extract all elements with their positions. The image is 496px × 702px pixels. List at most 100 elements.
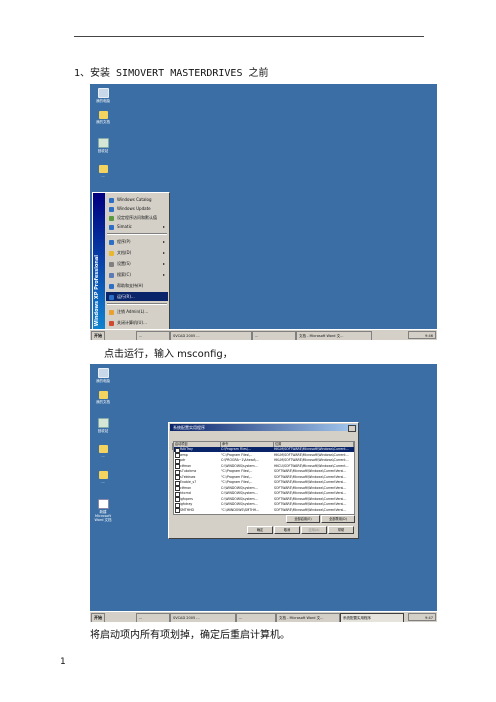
start-menu-item-logoff[interactable]: 注销 Admin(L)... — [106, 307, 168, 316]
dialog-tabs: 一般SYSTEM.INIWIN.INIBOOT.INI服务启动 — [172, 433, 277, 450]
folder-icon — [98, 445, 108, 453]
desktop-icon-recycle-bin[interactable]: 回收站 — [92, 138, 114, 153]
section-heading: 1、安装 SIMOVERT MASTERDRIVES 之前 — [74, 68, 269, 79]
table-row[interactable]: igfxtray C:\WINDOWS\system... SOFTWARE\Mic… — [174, 502, 354, 508]
programs-icon — [109, 239, 114, 245]
startup-item-name: wmp — [180, 452, 188, 457]
start-menu-item-run[interactable]: 运行(R)... — [106, 292, 168, 301]
submenu-arrow-icon: ▸ — [162, 239, 165, 244]
startup-item-location: HKLM\SOFTWARE\Microsoft\Windows\Current.… — [274, 447, 349, 451]
start-menu-item-documents[interactable]: 文档(D) ▸ — [106, 248, 168, 257]
menu-divider — [107, 233, 167, 235]
settings-icon — [109, 261, 114, 267]
desktop-icon-folder[interactable]: ... — [92, 165, 114, 178]
taskbar-button[interactable]: SVCAD 2005 ... — [170, 613, 236, 622]
taskbar-button[interactable]: ... — [252, 331, 296, 340]
recycle-bin-icon — [97, 418, 109, 428]
taskbar-button-msconfig[interactable]: 系统配置实用程序 — [340, 613, 404, 622]
start-menu-item-help[interactable]: 帮助和支持(H) — [106, 281, 168, 290]
taskbar-button[interactable]: ... — [136, 613, 170, 622]
desktop-icon-my-documents[interactable]: 我的文档 — [92, 391, 114, 404]
start-menu-item-windows-update[interactable]: Windows Update — [106, 204, 168, 213]
startup-item-location: SOFTWARE\Microsoft\Windows\CurrentVersi.… — [274, 480, 347, 484]
startup-item-command: C:\PROGRA~1\Ahead\... — [221, 458, 259, 462]
disable-all-button[interactable]: 全部禁用(D) — [321, 515, 355, 523]
startup-item-location: HKLM\SOFTWARE\Microsoft\Windows\Current.… — [274, 458, 349, 462]
startup-item-name: ctfmon — [180, 463, 192, 468]
start-menu-item-shutdown[interactable]: 关闭计算机(U)... — [106, 318, 168, 327]
table-row[interactable]: hkcmd C:\WINDOWS\system... SOFTWARE\Micros… — [174, 491, 354, 497]
table-row[interactable]: wmp "C:\Program Files\... HKLM\SOFTWARE\Mi… — [174, 453, 354, 458]
folder-icon — [98, 391, 108, 399]
cancel-button[interactable]: 取消 — [274, 526, 300, 534]
word-doc-icon — [97, 499, 109, 509]
help-button[interactable]: 帮助 — [328, 526, 354, 534]
startup-item-name: s7ebtnwx — [180, 474, 196, 479]
table-row[interactable]: igfxpers C:\WINDOWS\system... SOFTWARE\Mic… — [174, 497, 354, 502]
start-menu-item-simatic[interactable]: Simatic ▸ — [106, 222, 168, 231]
folder-icon — [98, 111, 108, 119]
startup-item-command: C:\WINDOWS\system... — [221, 496, 258, 501]
table-row[interactable]: ctfmon C:\WINDOWS\system... HKCU\SOFTWARE\… — [174, 464, 354, 469]
startup-items-list[interactable]: 启动项目 命令 位置 RAVTray C:\Program Files\... HK… — [173, 441, 355, 515]
desktop-icon-my-documents[interactable]: 我的文档 — [92, 111, 114, 124]
desktop-icon-word-document[interactable]: 新建 Microsoft Word 文档 — [92, 499, 114, 522]
dialog-title-bar[interactable]: 系统配置实用程序 — [170, 424, 357, 432]
start-menu-item-settings[interactable]: 设置(S) ▸ — [106, 259, 168, 268]
startup-item-name: hkcmd — [180, 491, 191, 495]
apply-button[interactable]: 应用(A) — [301, 526, 327, 534]
desktop-icon-folder[interactable]: ... — [92, 445, 114, 458]
taskbar-button[interactable]: 文档 - Microsoft Word 文... — [296, 331, 372, 340]
start-menu-item-search[interactable]: 搜索(C) ▸ — [106, 270, 168, 279]
start-button[interactable]: 开始 — [91, 613, 105, 622]
submenu-arrow-icon: ▸ — [162, 261, 165, 266]
table-row[interactable]: ctfmon C:\WINDOWS\system... SOFTWARE\Micro… — [174, 486, 354, 491]
enable-all-button[interactable]: 全部启用(E) — [286, 515, 320, 523]
submenu-arrow-icon: ▸ — [162, 224, 165, 229]
table-row[interactable]: Enable_s7 "C:\Program Files\... SOFTWARE\M… — [174, 480, 354, 486]
taskbar-button[interactable]: ... — [136, 331, 170, 340]
desktop-icon-folder-2[interactable]: ... — [92, 471, 114, 484]
startup-item-command: C:\WINDOWS\system... — [221, 502, 258, 506]
table-row[interactable]: SMTHHD "C:\WINDOWS\SMTHH... SOFTWARE\Micro… — [174, 508, 354, 513]
table-row[interactable]: s7ebtnwx "C:\Program Files\... SOFTWARE\Mi… — [174, 475, 354, 480]
startup-item-location: SOFTWARE\Microsoft\Windows\CurrentVersi.… — [274, 507, 347, 512]
desktop-icon-recycle-bin[interactable]: 回收站 — [92, 418, 114, 433]
start-menu-item-programs[interactable]: 程序(P) ▸ — [106, 237, 168, 246]
simatic-icon — [109, 224, 114, 230]
submenu-arrow-icon: ▸ — [162, 272, 165, 277]
start-menu: Windows XP Professional Windows Catalog … — [92, 192, 170, 331]
taskbar-button[interactable]: ... — [236, 613, 276, 622]
start-menu-item-program-access[interactable]: 设定程序访问和默认值 — [106, 213, 168, 222]
caption-run-msconfig: 点击运行，输入 msconfig， — [104, 349, 233, 360]
folder-icon — [98, 165, 108, 173]
start-button[interactable]: 开始 — [91, 331, 105, 340]
desktop-icon-my-computer[interactable]: 我的电脑 — [92, 368, 114, 383]
search-icon — [109, 272, 114, 278]
table-row[interactable]: pdr C:\PROGRA~1\Ahead\... HKLM\SOFTWARE\Mi… — [174, 458, 354, 464]
msconfig-dialog: 系统配置实用程序 一般SYSTEM.INIWIN.INIBOOT.INI服务启动… — [168, 422, 359, 539]
startup-item-location: SOFTWARE\Microsoft\Windows\CurrentVersi.… — [274, 496, 347, 501]
startup-item-location: HKCU\SOFTWARE\Microsoft\Windows\Current.… — [274, 463, 349, 468]
taskbar: 开始 ... SVCAD 2005 ... ... 文档 - Microsoft… — [90, 611, 437, 622]
table-row[interactable]: RAVTray C:\Program Files\... HKLM\SOFTWARE… — [174, 447, 354, 453]
ok-button[interactable]: 确定 — [247, 526, 273, 534]
startup-item-command: C:\WINDOWS\system... — [221, 485, 258, 490]
taskbar-clock: 9:47 — [408, 613, 436, 621]
help-icon — [109, 283, 114, 289]
windows-update-icon — [109, 206, 114, 212]
computer-icon — [97, 368, 109, 378]
table-row[interactable]: s7ubckmx "C:\Program Files\... SOFTWARE\Mi… — [174, 469, 354, 475]
page-number: 1 — [60, 657, 66, 667]
desktop-icon-my-computer[interactable]: 我的电脑 — [92, 88, 114, 103]
run-icon — [109, 294, 114, 300]
startup-item-command: "C:\Program Files\... — [221, 474, 253, 479]
program-access-icon — [109, 215, 114, 221]
close-icon[interactable] — [348, 425, 356, 432]
startup-item-name: igfxpers — [180, 496, 193, 501]
start-menu-item-windows-catalog[interactable]: Windows Catalog — [106, 195, 168, 204]
startup-item-command: C:\WINDOWS\system... — [221, 491, 258, 495]
taskbar-button[interactable]: SVCAD 2005 ... — [170, 331, 252, 340]
startup-item-command: C:\WINDOWS\system... — [221, 463, 258, 468]
taskbar-button[interactable]: 文档 - Microsoft Word 文... — [276, 613, 340, 622]
